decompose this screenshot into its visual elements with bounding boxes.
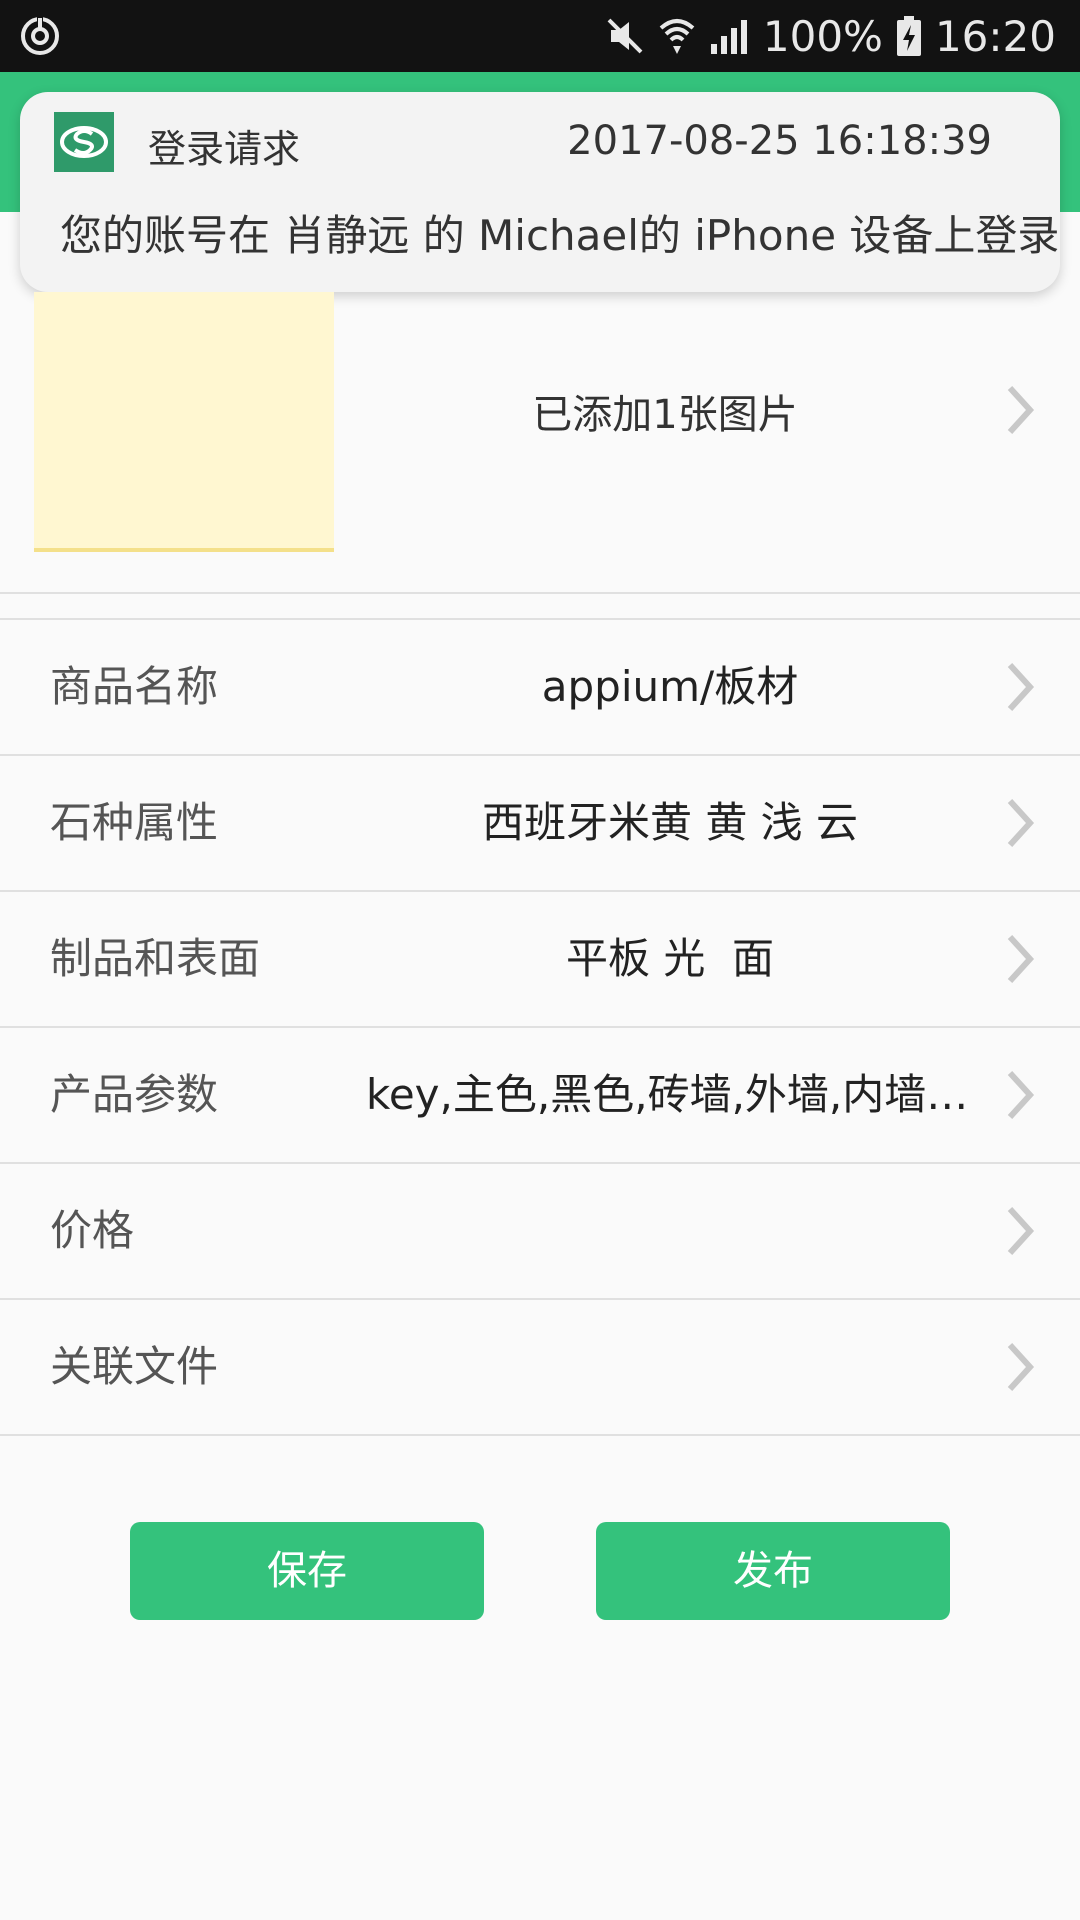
image-thumbnail[interactable] — [34, 292, 334, 552]
notification-body: 您的账号在 肖静远 的 Michael的 iPhone 设备上登录 — [60, 211, 1060, 260]
app-logo-icon — [54, 112, 114, 172]
battery-percent: 100% — [762, 11, 883, 61]
clock: 16:20 — [934, 11, 1056, 61]
field-label: 商品名称 — [50, 662, 219, 711]
field-label: 关联文件 — [50, 1342, 219, 1391]
field-value: appium/板材 — [541, 662, 799, 711]
field-value — [360, 1300, 980, 1434]
sync-icon — [21, 16, 59, 55]
notification-title: 登录请求 — [148, 127, 301, 171]
divider — [0, 592, 1080, 594]
chevron-right-icon — [1007, 934, 1035, 984]
publish-button[interactable]: 发布 — [596, 1522, 950, 1620]
field-row-product-surface[interactable]: 制品和表面 平板 光 面 — [0, 892, 1080, 1026]
status-bar: 100% 16:20 — [0, 0, 1080, 72]
chevron-right-icon — [1007, 1206, 1035, 1256]
battery-charging-icon — [896, 16, 921, 56]
chevron-right-icon — [1007, 1070, 1035, 1120]
image-picker-row[interactable]: 已添加1张图片 — [0, 292, 1080, 592]
wifi-icon — [659, 19, 695, 54]
field-row-price[interactable]: 价格 — [0, 1164, 1080, 1298]
signal-icon — [710, 20, 747, 54]
save-button[interactable]: 保存 — [130, 1522, 484, 1620]
notification-card[interactable]: 登录请求 2017-08-25 16:18:39 您的账号在 肖静远 的 Mic… — [20, 92, 1060, 292]
field-value: 平板 光 面 — [565, 934, 775, 983]
field-row-product-name[interactable]: 商品名称 appium/板材 — [0, 620, 1080, 754]
field-value: 西班牙米黄 黄 浅 云 — [481, 798, 859, 847]
field-label: 石种属性 — [50, 798, 219, 847]
field-label: 制品和表面 — [50, 934, 261, 983]
chevron-right-icon — [1007, 662, 1035, 712]
field-value — [360, 1164, 980, 1298]
field-label: 价格 — [50, 1206, 135, 1255]
field-label: 产品参数 — [50, 1070, 219, 1119]
field-row-related-files[interactable]: 关联文件 — [0, 1300, 1080, 1434]
field-value: key,主色,黑色,砖墙,外墙,内墙,地面 — [366, 1070, 976, 1119]
chevron-right-icon — [1007, 1342, 1035, 1392]
field-row-product-params[interactable]: 产品参数 key,主色,黑色,砖墙,外墙,内墙,地面 — [0, 1028, 1080, 1162]
divider — [0, 1434, 1080, 1436]
chevron-right-icon — [1007, 385, 1035, 435]
field-row-stone-attributes[interactable]: 石种属性 西班牙米黄 黄 浅 云 — [0, 756, 1080, 890]
notification-time: 2017-08-25 16:18:39 — [567, 118, 992, 164]
image-count-label: 已添加1张图片 — [532, 392, 798, 438]
chevron-right-icon — [1007, 798, 1035, 848]
mute-icon — [607, 18, 643, 54]
